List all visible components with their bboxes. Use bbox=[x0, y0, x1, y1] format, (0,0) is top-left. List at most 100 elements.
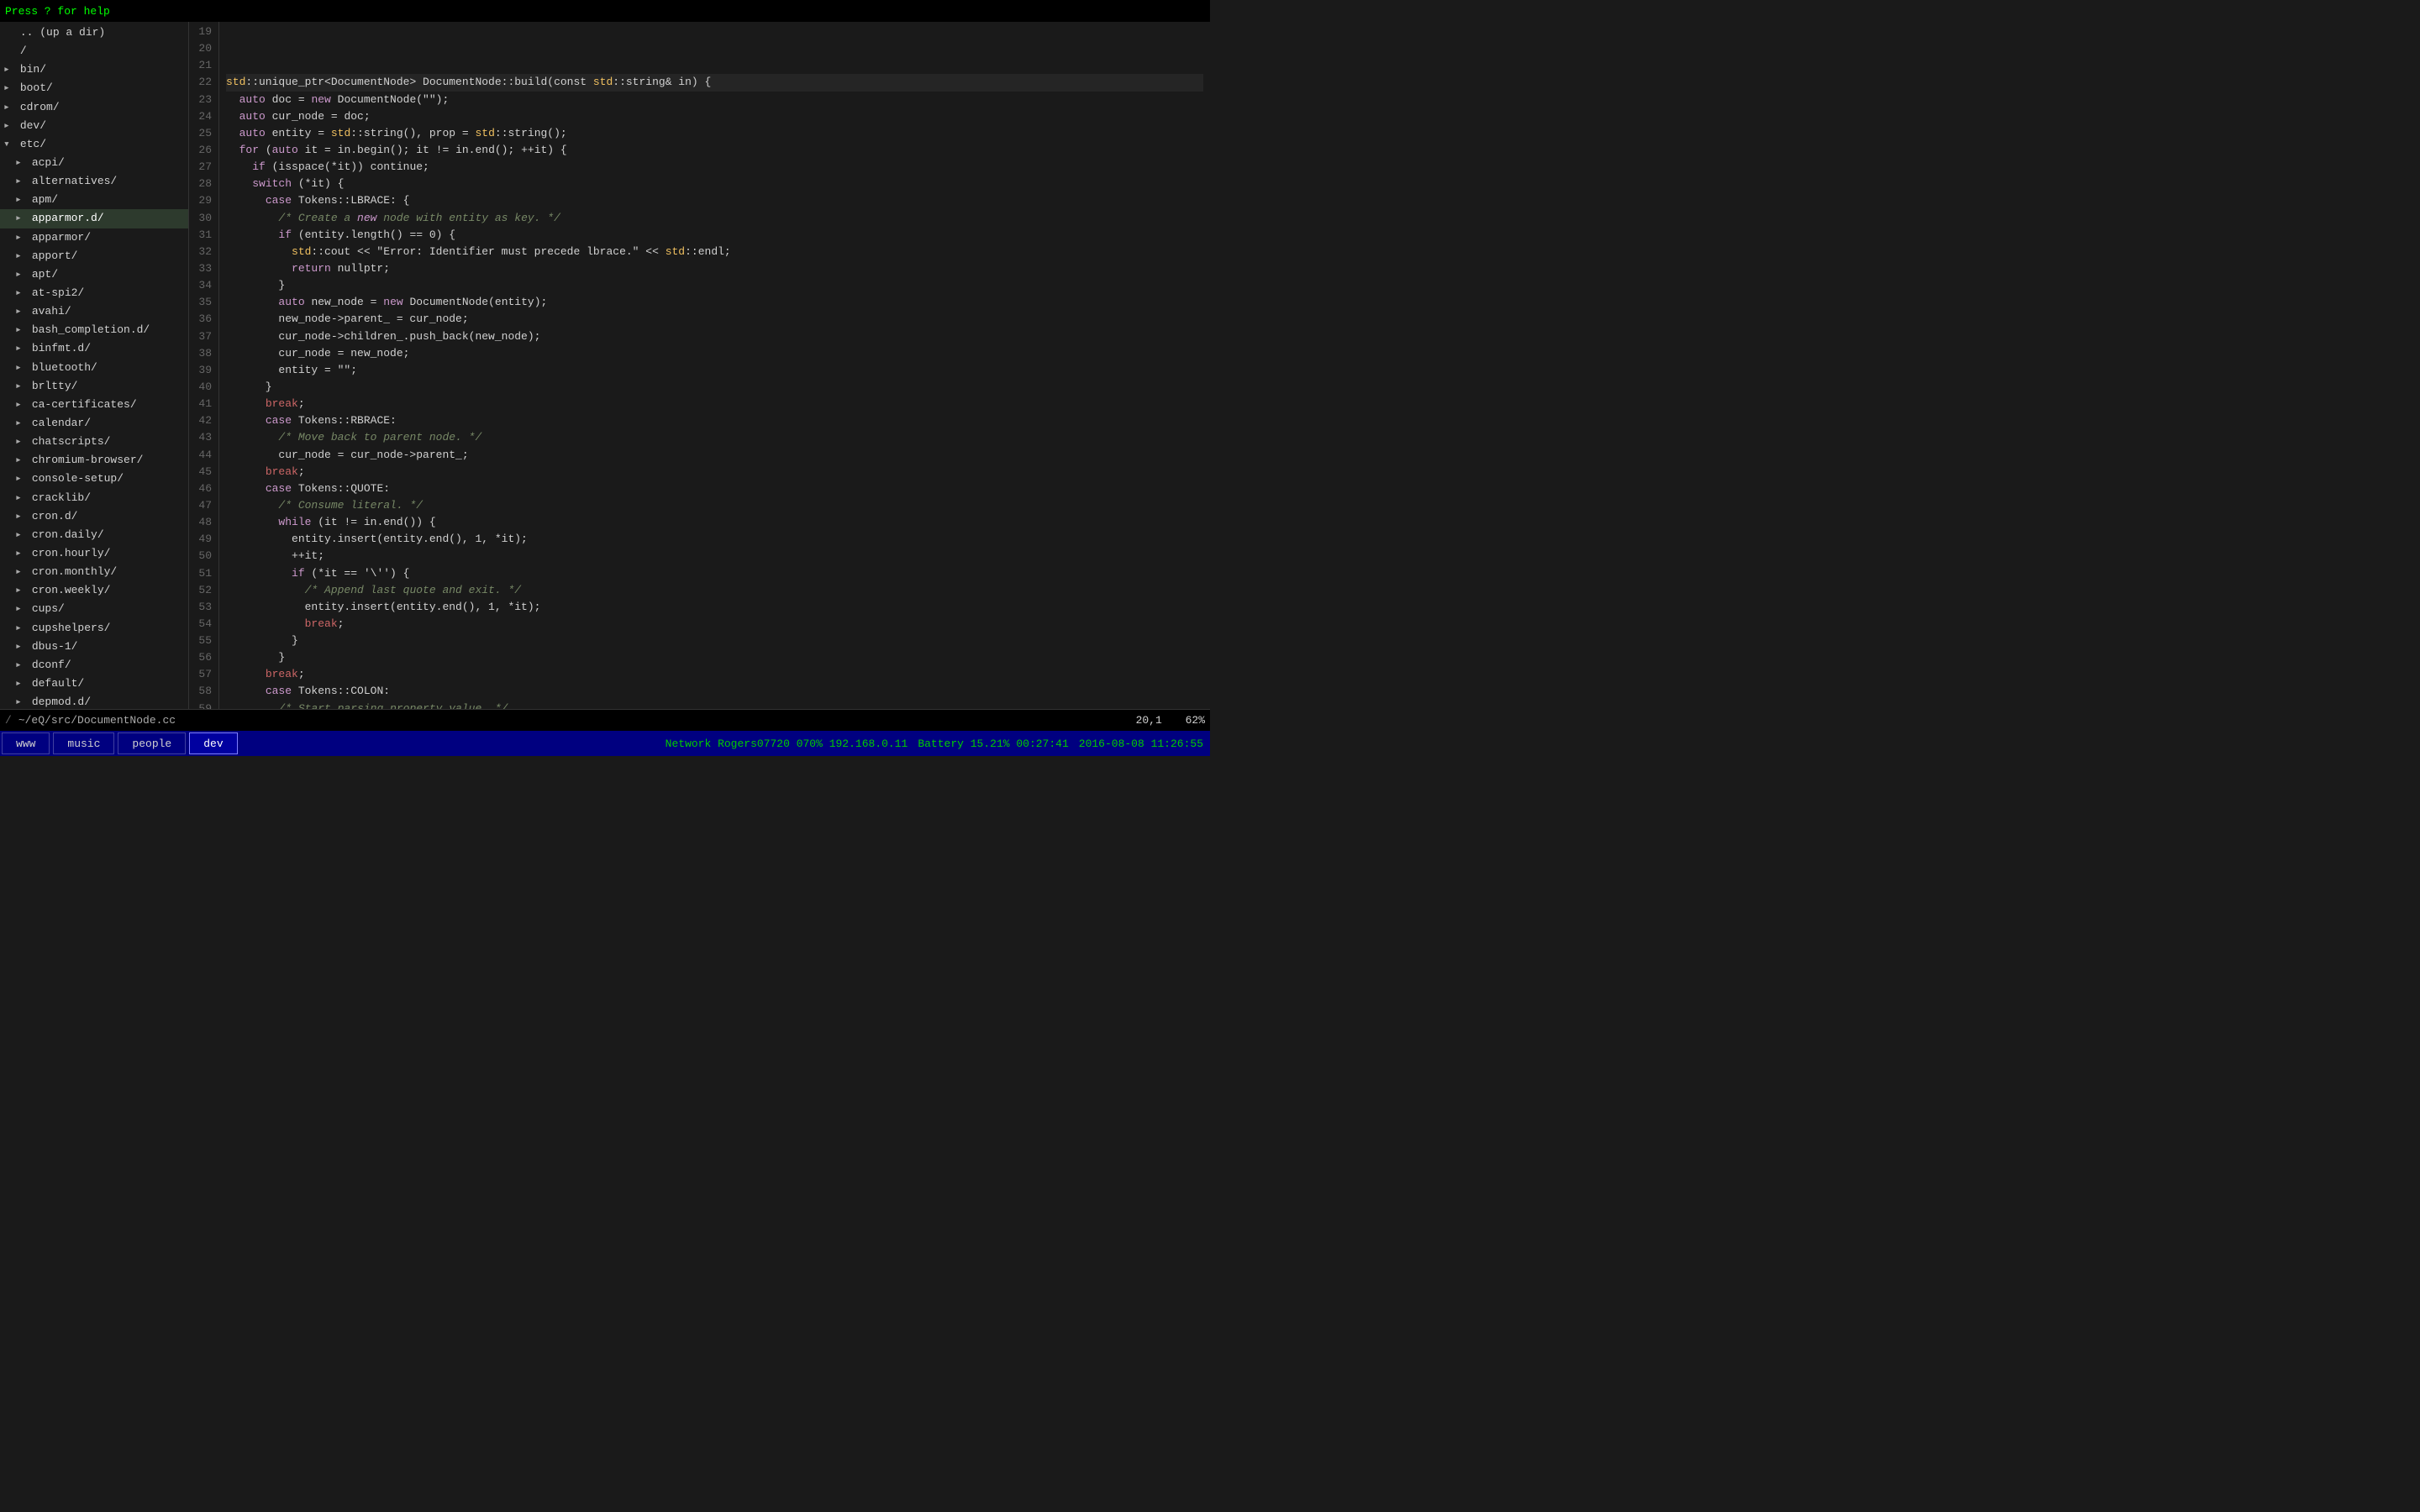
sidebar-item-label: dconf/ bbox=[32, 659, 71, 671]
sidebar-item-label: chromium-browser/ bbox=[32, 454, 144, 466]
sidebar-item[interactable]: ▸ cracklib/ bbox=[0, 489, 188, 507]
sidebar-item[interactable]: .. (up a dir) bbox=[0, 24, 188, 42]
tree-arrow: ▸ bbox=[15, 433, 25, 450]
sidebar-item[interactable]: ▸ avahi/ bbox=[0, 302, 188, 321]
line-numbers: 1920212223242526272829303132333435363738… bbox=[189, 22, 219, 709]
sidebar-item[interactable]: ▸ cron.weekly/ bbox=[0, 581, 188, 600]
sidebar-item[interactable]: ▸ at-spi2/ bbox=[0, 284, 188, 302]
sidebar-item[interactable]: ▸ chromium-browser/ bbox=[0, 451, 188, 470]
sidebar-item[interactable]: ▸ cron.daily/ bbox=[0, 526, 188, 544]
sidebar-item-label: cdrom/ bbox=[20, 101, 60, 113]
sidebar-item[interactable]: ▸ dconf/ bbox=[0, 656, 188, 675]
line-number: 46 bbox=[196, 480, 212, 497]
taskbar-item-dev[interactable]: dev bbox=[189, 732, 237, 754]
taskbar-item-music[interactable]: music bbox=[53, 732, 114, 754]
sidebar-item[interactable]: ▸ brltty/ bbox=[0, 377, 188, 396]
sidebar-item[interactable]: ▸ chatscripts/ bbox=[0, 433, 188, 451]
sidebar-item-label: .. (up a dir) bbox=[20, 26, 105, 39]
sidebar-item[interactable]: ▸ apm/ bbox=[0, 191, 188, 209]
sidebar-item[interactable]: ▸ calendar/ bbox=[0, 414, 188, 433]
sidebar-item[interactable]: ▸ binfmt.d/ bbox=[0, 339, 188, 358]
tree-arrow: ▸ bbox=[3, 61, 13, 78]
sidebar-item[interactable]: ▸ cron.hourly/ bbox=[0, 544, 188, 563]
sidebar-item[interactable]: ▸ apparmor.d/ bbox=[0, 209, 188, 228]
sidebar-item-label: apport/ bbox=[32, 249, 78, 262]
sidebar-item-label: acpi/ bbox=[32, 156, 65, 169]
tree-arrow: ▸ bbox=[15, 229, 25, 246]
sidebar-item[interactable]: ▸ cron.d/ bbox=[0, 507, 188, 526]
code-line: switch (*it) { bbox=[226, 176, 1203, 192]
tree-arrow: ▸ bbox=[15, 285, 25, 302]
line-number: 48 bbox=[196, 514, 212, 531]
line-number: 47 bbox=[196, 497, 212, 514]
sidebar-item[interactable]: ▸ apt/ bbox=[0, 265, 188, 284]
sidebar-item-label: console-setup/ bbox=[32, 472, 124, 485]
sidebar-item[interactable]: ▸ dev/ bbox=[0, 117, 188, 135]
sidebar-item-label: cron.d/ bbox=[32, 510, 78, 522]
line-number: 59 bbox=[196, 701, 212, 709]
code-line: } bbox=[226, 277, 1203, 294]
sidebar-item[interactable]: ▸ boot/ bbox=[0, 79, 188, 97]
sidebar-item[interactable]: ▸ alternatives/ bbox=[0, 172, 188, 191]
tree-arrow: ▸ bbox=[15, 490, 25, 507]
tree-arrow: ▸ bbox=[15, 360, 25, 376]
tree-arrow: ▸ bbox=[15, 396, 25, 413]
tree-arrow: ▸ bbox=[3, 118, 13, 134]
code-content[interactable]: std::unique_ptr<DocumentNode> DocumentNo… bbox=[219, 22, 1210, 709]
line-number: 20 bbox=[196, 40, 212, 57]
sidebar-item[interactable]: ▸ depmod.d/ bbox=[0, 693, 188, 709]
help-text: Press ? for help bbox=[5, 5, 110, 18]
sidebar-item-label: apparmor.d/ bbox=[32, 212, 104, 224]
line-number: 52 bbox=[196, 582, 212, 599]
tree-arrow: ▸ bbox=[15, 527, 25, 543]
taskbar-item-people[interactable]: people bbox=[118, 732, 186, 754]
code-line: auto new_node = new DocumentNode(entity)… bbox=[226, 294, 1203, 311]
tree-arrow: ▸ bbox=[15, 378, 25, 395]
sidebar-item[interactable]: ▸ default/ bbox=[0, 675, 188, 693]
sidebar-item[interactable]: ▸ apport/ bbox=[0, 247, 188, 265]
line-number: 54 bbox=[196, 616, 212, 633]
sidebar-item[interactable]: ▸ dbus-1/ bbox=[0, 638, 188, 656]
sidebar-item[interactable]: ▸ cups/ bbox=[0, 600, 188, 618]
code-line: /* Move back to parent node. */ bbox=[226, 429, 1203, 446]
tree-arrow: ▸ bbox=[15, 452, 25, 469]
line-number: 25 bbox=[196, 125, 212, 142]
sidebar-item[interactable]: ▸ bin/ bbox=[0, 60, 188, 79]
code-line: break; bbox=[226, 396, 1203, 412]
datetime-info: 2016-08-08 11:26:55 bbox=[1079, 738, 1203, 750]
line-number: 32 bbox=[196, 244, 212, 260]
sidebar-item[interactable]: ▸ cupshelpers/ bbox=[0, 619, 188, 638]
sidebar-item[interactable]: ▸ console-setup/ bbox=[0, 470, 188, 488]
sidebar-item-label: cron.hourly/ bbox=[32, 547, 111, 559]
tree-arrow: ▸ bbox=[15, 620, 25, 637]
tree-arrow: ▸ bbox=[15, 266, 25, 283]
line-number: 39 bbox=[196, 362, 212, 379]
line-number: 35 bbox=[196, 294, 212, 311]
sidebar-item[interactable]: ▸ bash_completion.d/ bbox=[0, 321, 188, 339]
file-tree-sidebar[interactable]: .. (up a dir) /▸ bin/▸ boot/▸ cdrom/▸ de… bbox=[0, 22, 189, 709]
tree-arrow: ▸ bbox=[3, 80, 13, 97]
code-line: case Tokens::COLON: bbox=[226, 683, 1203, 700]
code-line: std::cout << "Error: Identifier must pre… bbox=[226, 244, 1203, 260]
sidebar-item[interactable]: ▸ apparmor/ bbox=[0, 228, 188, 247]
taskbar-item-www[interactable]: www bbox=[2, 732, 50, 754]
line-number: 28 bbox=[196, 176, 212, 192]
sidebar-item[interactable]: ▸ acpi/ bbox=[0, 154, 188, 172]
code-line: auto entity = std::string(), prop = std:… bbox=[226, 125, 1203, 142]
status-right: 20,1 62% bbox=[1136, 714, 1205, 727]
sidebar-item[interactable]: / bbox=[0, 42, 188, 60]
code-line: entity.insert(entity.end(), 1, *it); bbox=[226, 599, 1203, 616]
sidebar-item[interactable]: ▾ etc/ bbox=[0, 135, 188, 154]
sidebar-item[interactable]: ▸ cron.monthly/ bbox=[0, 563, 188, 581]
sidebar-item[interactable]: ▸ cdrom/ bbox=[0, 98, 188, 117]
sidebar-item[interactable]: ▸ ca-certificates/ bbox=[0, 396, 188, 414]
sidebar-item[interactable]: ▸ bluetooth/ bbox=[0, 359, 188, 377]
tree-arrow: ▸ bbox=[15, 470, 25, 487]
sidebar-item-label: alternatives/ bbox=[32, 175, 117, 187]
line-number: 31 bbox=[196, 227, 212, 244]
tree-arrow: ▸ bbox=[15, 192, 25, 208]
line-number: 53 bbox=[196, 599, 212, 616]
code-line: if (entity.length() == 0) { bbox=[226, 227, 1203, 244]
line-number: 38 bbox=[196, 345, 212, 362]
sidebar-item-label: / bbox=[20, 45, 27, 57]
